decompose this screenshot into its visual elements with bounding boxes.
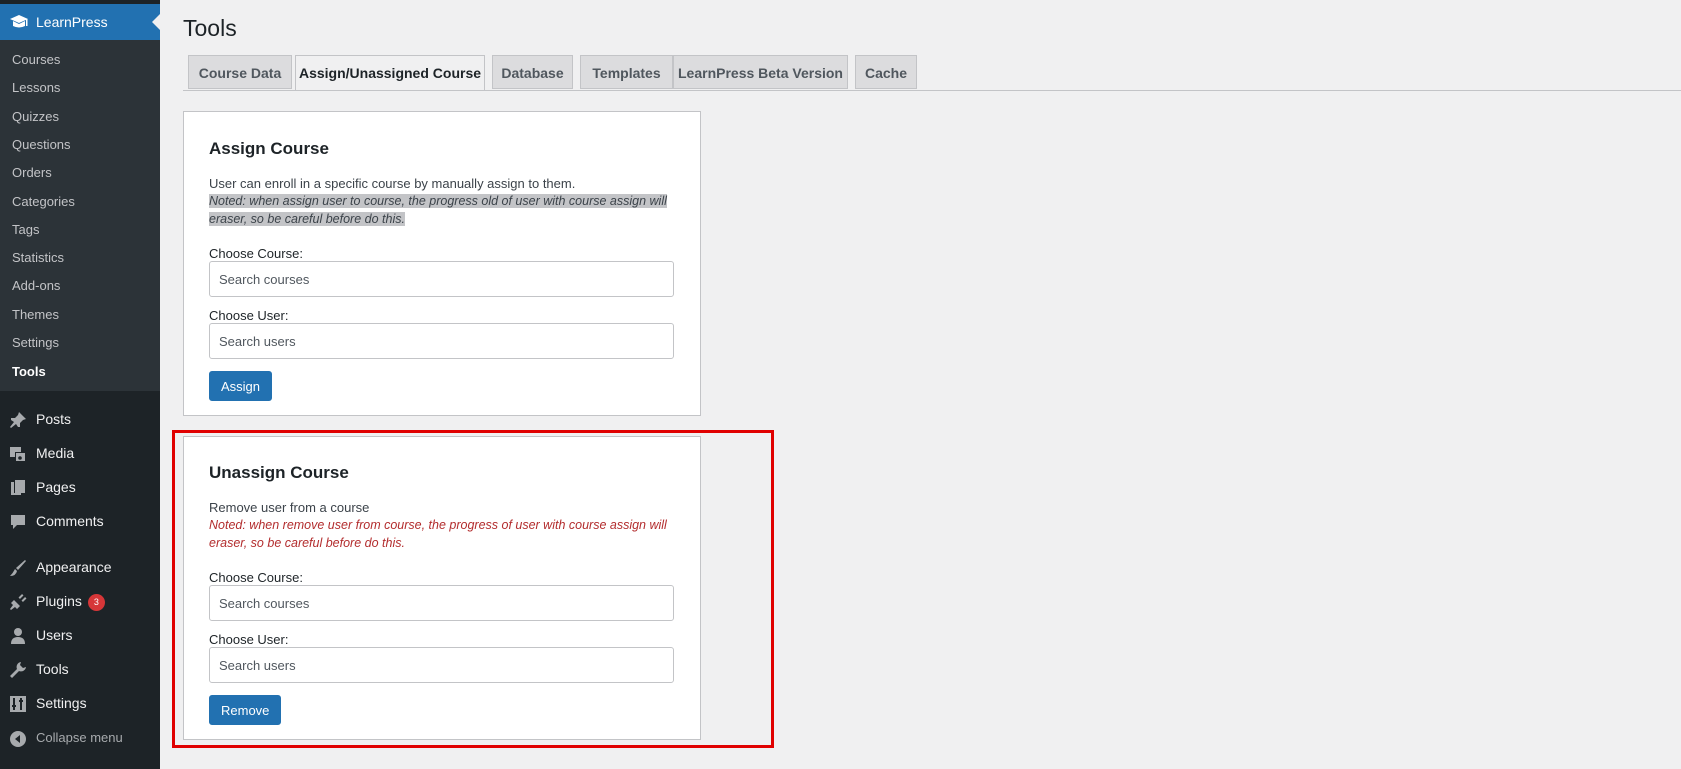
tab-cache[interactable]: Cache	[855, 55, 917, 89]
sidebar-item-users[interactable]: Users	[0, 619, 160, 653]
sidebar-item-learnpress[interactable]: LearnPress	[0, 4, 160, 40]
highlight-box	[172, 430, 774, 748]
update-count-badge: 3	[87, 594, 105, 611]
submenu-item-statistics[interactable]: Statistics	[12, 249, 64, 267]
sidebar-item-label: Plugins	[36, 593, 82, 609]
tab-database[interactable]: Database	[492, 55, 573, 89]
submenu-item-themes[interactable]: Themes	[12, 306, 59, 324]
collapse-menu-button[interactable]: Collapse menu	[0, 722, 160, 756]
pages-icon	[11, 480, 25, 495]
wrench-icon	[10, 662, 26, 678]
pushpin-icon	[10, 412, 26, 428]
submenu-item-add-ons[interactable]: Add-ons	[12, 277, 60, 295]
sidebar-item-settings[interactable]: Settings	[0, 687, 160, 721]
assign-button[interactable]: Assign	[209, 371, 273, 401]
settings-icon	[10, 696, 26, 712]
paintbrush-icon	[10, 560, 26, 576]
sidebar-item-posts[interactable]: Posts	[0, 403, 160, 437]
submenu-item-categories[interactable]: Categories	[12, 193, 75, 211]
assign-user-search-input[interactable]	[209, 323, 674, 359]
sidebar-item-tools[interactable]: Tools	[0, 653, 160, 687]
graduation-cap-icon	[10, 15, 28, 28]
submenu-item-settings[interactable]: Settings	[12, 334, 59, 352]
assign-course-description: User can enroll in a specific course by …	[209, 176, 576, 191]
assign-choose-user-label: Choose User:	[209, 308, 289, 323]
assign-course-title: Assign Course	[209, 139, 329, 158]
submenu-item-orders[interactable]: Orders	[12, 164, 52, 182]
admin-sidebar: LearnPress Courses Lessons Quizzes Quest…	[0, 0, 160, 769]
tab-course-data[interactable]: Course Data	[188, 55, 292, 89]
comment-icon	[11, 515, 25, 529]
tabs-divider	[183, 90, 1681, 91]
submenu-item-courses[interactable]: Courses	[12, 51, 60, 69]
tab-learnpress-beta-version[interactable]: LearnPress Beta Version	[673, 55, 848, 89]
collapse-icon	[10, 731, 26, 747]
assign-course-note-text: Noted: when assign user to course, the p…	[209, 194, 667, 226]
sidebar-item-plugins[interactable]: Plugins 3	[0, 585, 160, 619]
user-icon	[11, 628, 25, 644]
learnpress-submenu: Courses Lessons Quizzes Questions Orders…	[0, 40, 160, 391]
sidebar-item-label: LearnPress	[36, 14, 108, 30]
page-title: Tools	[183, 15, 237, 41]
current-menu-arrow	[152, 14, 160, 30]
media-icon	[10, 447, 26, 462]
assign-choose-course-label: Choose Course:	[209, 246, 303, 261]
submenu-item-tools[interactable]: Tools	[12, 363, 46, 381]
submenu-item-tags[interactable]: Tags	[12, 221, 39, 239]
sidebar-item-comments[interactable]: Comments	[0, 505, 160, 539]
assign-course-card: Assign Course User can enroll in a speci…	[183, 111, 701, 416]
submenu-item-lessons[interactable]: Lessons	[12, 79, 60, 97]
submenu-item-quizzes[interactable]: Quizzes	[12, 108, 59, 126]
sidebar-item-appearance[interactable]: Appearance	[0, 551, 160, 585]
plugin-icon	[10, 594, 27, 610]
assign-course-note: Noted: when assign user to course, the p…	[209, 192, 669, 228]
tab-templates[interactable]: Templates	[580, 55, 673, 89]
sidebar-item-media[interactable]: Media	[0, 437, 160, 471]
sidebar-item-pages[interactable]: Pages	[0, 471, 160, 505]
tab-assign-unassigned-course[interactable]: Assign/Unassigned Course	[295, 55, 485, 91]
submenu-item-questions[interactable]: Questions	[12, 136, 71, 154]
assign-course-search-input[interactable]	[209, 261, 674, 297]
